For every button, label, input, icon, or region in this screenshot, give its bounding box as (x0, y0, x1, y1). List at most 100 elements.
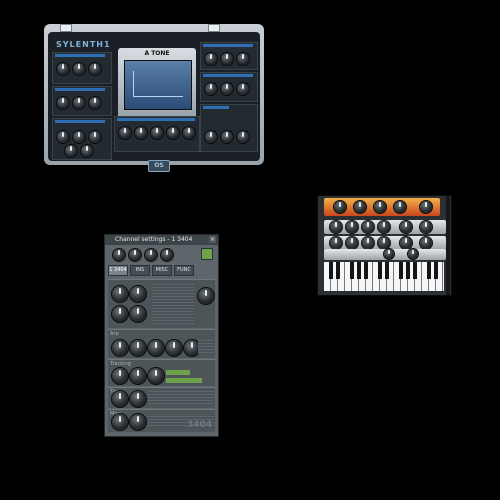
rack-synth-window (317, 195, 452, 296)
knob[interactable] (73, 131, 85, 143)
knob[interactable] (183, 127, 195, 139)
window-title: Channel settings - 1 3404 (115, 236, 193, 243)
knob[interactable] (130, 391, 146, 407)
knob[interactable] (73, 63, 85, 75)
knob[interactable] (198, 288, 214, 304)
knob[interactable] (65, 145, 77, 157)
orange-control-strip (324, 198, 440, 216)
knob[interactable] (330, 221, 342, 233)
tab-main[interactable]: 1 3404 (108, 265, 128, 276)
knob[interactable] (166, 340, 182, 356)
tab-func[interactable]: FUNC (174, 265, 194, 276)
knob[interactable] (130, 414, 146, 430)
knob[interactable] (151, 127, 163, 139)
channel-settings-window: Channel settings - 1 3404 × 1 3404 INS M… (104, 234, 219, 437)
window-titlebar[interactable]: Channel settings - 1 3404 × (105, 235, 218, 245)
knob[interactable] (130, 306, 146, 322)
tab-bar: 1 3404 INS MISC FUNC (108, 265, 194, 276)
knob[interactable] (420, 237, 432, 249)
display-title: A TONE (144, 50, 170, 57)
knob[interactable] (112, 306, 128, 322)
tracking-section: Tracking (108, 359, 215, 386)
knob[interactable] (221, 83, 233, 95)
knob[interactable] (119, 127, 131, 139)
knob[interactable] (205, 83, 217, 95)
effects-panel (200, 104, 258, 152)
arp-section: Arp (108, 329, 215, 358)
knob[interactable] (237, 131, 249, 143)
synth-logo: SYLENTH1 (56, 40, 111, 49)
silver-control-strip (324, 249, 446, 260)
knob[interactable] (354, 201, 366, 213)
active-indicator (166, 378, 202, 383)
knob[interactable] (394, 201, 406, 213)
knob[interactable] (400, 221, 412, 233)
sample-section (108, 279, 215, 328)
knob[interactable] (112, 414, 128, 430)
knob[interactable] (57, 131, 69, 143)
section-label: Tracking (110, 361, 131, 367)
active-indicator (166, 370, 190, 375)
knob[interactable] (148, 368, 164, 384)
knob[interactable] (400, 237, 412, 249)
piano-keyboard[interactable] (324, 262, 444, 291)
knob[interactable] (330, 237, 342, 249)
knob[interactable] (346, 237, 358, 249)
mod-panel (200, 72, 258, 102)
knob[interactable] (221, 131, 233, 143)
knob[interactable] (135, 127, 147, 139)
knob[interactable] (112, 391, 128, 407)
knob[interactable] (221, 53, 233, 65)
knob[interactable] (408, 249, 418, 259)
filter-panel (114, 116, 200, 152)
knob[interactable] (89, 63, 101, 75)
tab-misc[interactable]: MISC (152, 265, 172, 276)
knob[interactable] (420, 221, 432, 233)
oscillator-panel (52, 52, 112, 84)
mini-strip (198, 340, 214, 354)
knob[interactable] (362, 221, 374, 233)
rack-rail (446, 196, 450, 295)
tab-ins[interactable]: INS (130, 265, 150, 276)
close-icon[interactable]: × (209, 236, 216, 243)
knob[interactable] (57, 97, 69, 109)
knob[interactable] (378, 221, 390, 233)
channel-target-icon[interactable] (201, 248, 213, 260)
knob[interactable] (148, 340, 164, 356)
knob[interactable] (346, 221, 358, 233)
knob[interactable] (89, 97, 101, 109)
knob[interactable] (89, 131, 101, 143)
synth-plugin-window: SYLENTH1 A TONE OS (44, 24, 264, 172)
knob[interactable] (161, 249, 173, 261)
knob[interactable] (57, 63, 69, 75)
power-button[interactable] (60, 24, 72, 32)
knob[interactable] (205, 53, 217, 65)
knob[interactable] (130, 368, 146, 384)
knob[interactable] (374, 201, 386, 213)
knob[interactable] (130, 286, 146, 302)
knob[interactable] (129, 249, 141, 261)
lfo-panel (200, 42, 258, 70)
knob[interactable] (237, 83, 249, 95)
knob[interactable] (130, 340, 146, 356)
silver-control-strip (324, 236, 446, 250)
knob[interactable] (73, 97, 85, 109)
knob[interactable] (362, 237, 374, 249)
synth-body: SYLENTH1 A TONE OS (48, 32, 260, 172)
knob[interactable] (145, 249, 157, 261)
knob[interactable] (378, 237, 390, 249)
menu-button[interactable] (208, 24, 220, 32)
knob[interactable] (237, 53, 249, 65)
knob[interactable] (112, 340, 128, 356)
synth-badge: OS (148, 160, 170, 172)
knob[interactable] (420, 201, 432, 213)
knob[interactable] (334, 201, 346, 213)
envelope-panel (52, 118, 112, 160)
knob[interactable] (113, 249, 125, 261)
knob[interactable] (112, 368, 128, 384)
knob[interactable] (205, 131, 217, 143)
knob[interactable] (81, 145, 93, 157)
knob[interactable] (384, 249, 394, 259)
knob[interactable] (112, 286, 128, 302)
knob[interactable] (167, 127, 179, 139)
